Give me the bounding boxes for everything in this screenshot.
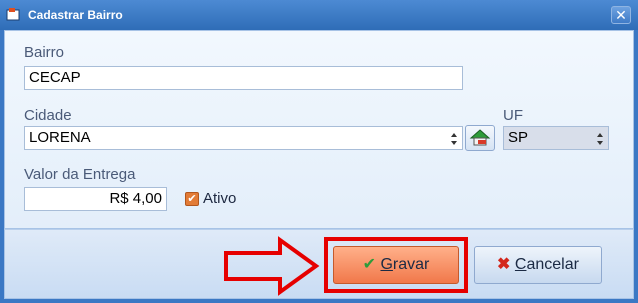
bairro-value: CECAP bbox=[29, 69, 81, 86]
ativo-checkbox[interactable]: ✔ bbox=[185, 192, 199, 206]
cidade-value: LORENA bbox=[29, 129, 91, 146]
window-title: Cadastrar Bairro bbox=[28, 8, 123, 22]
bairro-label: Bairro bbox=[24, 44, 65, 61]
uf-select[interactable]: SP bbox=[503, 126, 609, 150]
arrow-annotation bbox=[224, 236, 320, 296]
checkmark-icon: ✔ bbox=[187, 193, 197, 205]
title-bar[interactable]: Cadastrar Bairro ✕ bbox=[0, 0, 638, 30]
cidade-select[interactable]: LORENA bbox=[24, 126, 463, 150]
spin-arrows-icon[interactable] bbox=[447, 128, 461, 150]
bairro-input[interactable]: CECAP bbox=[24, 66, 463, 90]
uf-value: SP bbox=[508, 129, 529, 146]
close-icon: ✕ bbox=[615, 7, 627, 23]
valor-input[interactable]: R$ 4,00 bbox=[24, 187, 167, 211]
spin-arrows-icon[interactable] bbox=[593, 128, 607, 150]
cancelar-label: Cancelar bbox=[514, 256, 579, 273]
dialog-window: Cadastrar Bairro ✕ Bairro CECAP Cidade L… bbox=[0, 0, 638, 303]
add-city-icon bbox=[469, 129, 491, 146]
cancelar-button[interactable]: ✖ Cancelar bbox=[474, 246, 602, 284]
ativo-label: Ativo bbox=[203, 190, 237, 207]
close-button[interactable]: ✕ bbox=[611, 6, 631, 24]
uf-label: UF bbox=[503, 107, 523, 124]
highlight-annotation bbox=[324, 237, 468, 293]
cidade-label: Cidade bbox=[24, 107, 72, 124]
x-icon: ✖ bbox=[497, 256, 511, 273]
add-city-button[interactable] bbox=[465, 125, 495, 151]
valor-label: Valor da Entrega bbox=[24, 166, 136, 183]
app-icon bbox=[6, 8, 20, 21]
valor-value: R$ 4,00 bbox=[109, 190, 162, 207]
